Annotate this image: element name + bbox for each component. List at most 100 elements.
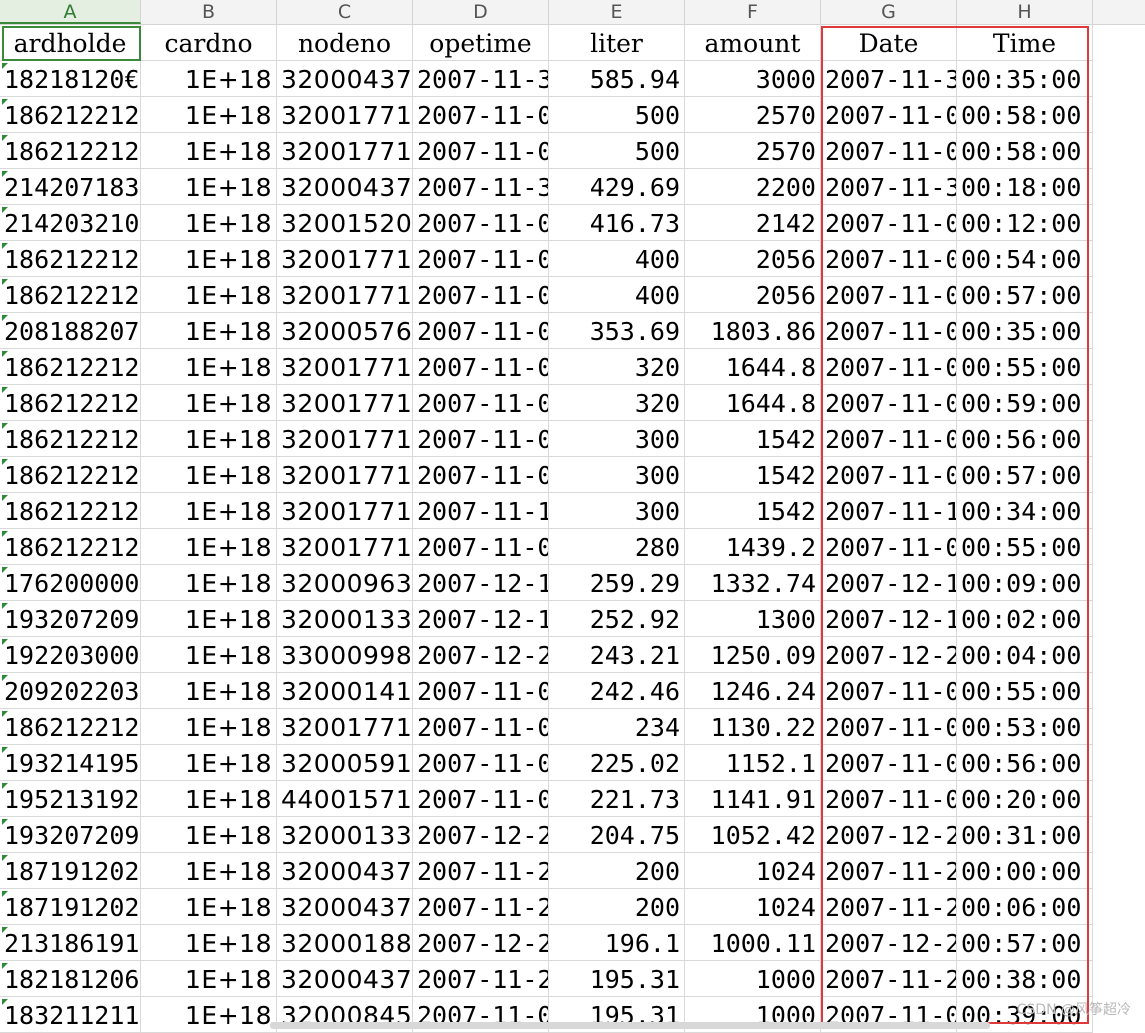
table-cell[interactable]: 1246.24: [685, 673, 821, 709]
table-cell[interactable]: 2007-12-1: [821, 565, 957, 601]
table-cell[interactable]: 186212212: [0, 421, 141, 457]
table-cell[interactable]: 234: [549, 709, 685, 745]
table-cell[interactable]: 208188207: [0, 313, 141, 349]
table-cell[interactable]: 186212212: [0, 385, 141, 421]
table-cell[interactable]: 00:04:00: [957, 637, 1093, 673]
table-cell[interactable]: 2007-11-0: [413, 421, 549, 457]
table-cell[interactable]: 2007-11-0: [821, 781, 957, 817]
header-cell-d[interactable]: opetime: [413, 25, 549, 61]
table-cell[interactable]: 2007-11-2: [821, 889, 957, 925]
table-cell[interactable]: 1130.22: [685, 709, 821, 745]
table-cell[interactable]: 182181206: [0, 961, 141, 997]
table-cell[interactable]: 00:20:00: [957, 781, 1093, 817]
table-cell[interactable]: 2007-11-2: [821, 853, 957, 889]
table-cell[interactable]: 1024: [685, 889, 821, 925]
table-cell[interactable]: 209202203: [0, 673, 141, 709]
header-cell-f[interactable]: amount: [685, 25, 821, 61]
table-cell[interactable]: 187191202: [0, 889, 141, 925]
table-cell[interactable]: 1644.8: [685, 385, 821, 421]
table-cell[interactable]: 2007-11-0: [821, 241, 957, 277]
table-cell[interactable]: 00:31:00: [957, 817, 1093, 853]
table-cell[interactable]: 204.75: [549, 817, 685, 853]
header-cell-e[interactable]: liter: [549, 25, 685, 61]
table-cell[interactable]: 429.69: [549, 169, 685, 205]
table-cell[interactable]: 2007-11-0: [821, 277, 957, 313]
table-cell[interactable]: 1542: [685, 457, 821, 493]
table-cell[interactable]: 00:35:00: [957, 313, 1093, 349]
table-cell[interactable]: 2200: [685, 169, 821, 205]
table-cell[interactable]: 1E+18: [141, 781, 277, 817]
table-cell[interactable]: 242.46: [549, 673, 685, 709]
column-header-g[interactable]: G: [821, 0, 957, 24]
table-cell[interactable]: 00:06:00: [957, 889, 1093, 925]
table-cell[interactable]: 1E+18: [141, 925, 277, 961]
table-cell[interactable]: 500: [549, 97, 685, 133]
table-cell[interactable]: 1E+18: [141, 817, 277, 853]
table-cell[interactable]: 00:18:00: [957, 169, 1093, 205]
table-cell[interactable]: 32000437: [277, 61, 413, 97]
table-cell[interactable]: 2007-11-0: [413, 97, 549, 133]
table-cell[interactable]: 00:55:00: [957, 349, 1093, 385]
table-cell[interactable]: 00:02:00: [957, 601, 1093, 637]
table-cell[interactable]: 2007-11-0: [821, 709, 957, 745]
table-cell[interactable]: 00:56:00: [957, 421, 1093, 457]
table-cell[interactable]: 1542: [685, 421, 821, 457]
table-cell[interactable]: 1E+18: [141, 493, 277, 529]
table-cell[interactable]: 2007-12-2: [821, 817, 957, 853]
table-cell[interactable]: 186212212: [0, 529, 141, 565]
table-cell[interactable]: 00:09:00: [957, 565, 1093, 601]
table-cell[interactable]: 193207209: [0, 601, 141, 637]
table-cell[interactable]: 32000437: [277, 889, 413, 925]
table-cell[interactable]: 200: [549, 853, 685, 889]
table-cell[interactable]: 18218120€: [0, 61, 141, 97]
table-cell[interactable]: 2007-11-0: [413, 781, 549, 817]
table-cell[interactable]: 2007-11-0: [821, 97, 957, 133]
table-cell[interactable]: 225.02: [549, 745, 685, 781]
table-cell[interactable]: 2007-11-0: [821, 133, 957, 169]
table-cell[interactable]: 280: [549, 529, 685, 565]
table-cell[interactable]: 186212212: [0, 241, 141, 277]
table-cell[interactable]: 2007-12-1: [821, 601, 957, 637]
table-cell[interactable]: 1141.91: [685, 781, 821, 817]
table-cell[interactable]: 32001771: [277, 709, 413, 745]
table-cell[interactable]: 32000141: [277, 673, 413, 709]
table-cell[interactable]: 1E+18: [141, 313, 277, 349]
column-header-h[interactable]: H: [957, 0, 1093, 24]
table-cell[interactable]: 1E+18: [141, 205, 277, 241]
table-cell[interactable]: 2007-11-0: [821, 349, 957, 385]
table-cell[interactable]: 1E+18: [141, 385, 277, 421]
table-cell[interactable]: 400: [549, 241, 685, 277]
table-cell[interactable]: 2007-12-2: [821, 925, 957, 961]
table-cell[interactable]: 2007-11-0: [413, 529, 549, 565]
table-cell[interactable]: 32000576: [277, 313, 413, 349]
table-cell[interactable]: 193214195: [0, 745, 141, 781]
table-cell[interactable]: 1300: [685, 601, 821, 637]
table-cell[interactable]: 1E+18: [141, 997, 277, 1033]
table-cell[interactable]: 186212212: [0, 493, 141, 529]
table-cell[interactable]: 1439.2: [685, 529, 821, 565]
table-cell[interactable]: 2007-11-0: [413, 277, 549, 313]
table-cell[interactable]: 00:34:00: [957, 493, 1093, 529]
table-cell[interactable]: 2007-11-0: [413, 205, 549, 241]
column-header-a[interactable]: A: [0, 0, 141, 24]
table-cell[interactable]: 1E+18: [141, 745, 277, 781]
table-cell[interactable]: 187191202: [0, 853, 141, 889]
table-cell[interactable]: 2007-11-0: [413, 241, 549, 277]
table-cell[interactable]: 214203210: [0, 205, 141, 241]
table-cell[interactable]: 00:58:00: [957, 97, 1093, 133]
table-cell[interactable]: 2007-12-2: [821, 637, 957, 673]
table-cell[interactable]: 192203000: [0, 637, 141, 673]
table-cell[interactable]: 221.73: [549, 781, 685, 817]
column-header-b[interactable]: B: [141, 0, 277, 24]
table-cell[interactable]: 00:58:00: [957, 133, 1093, 169]
table-cell[interactable]: 2056: [685, 277, 821, 313]
table-cell[interactable]: 00:56:00: [957, 745, 1093, 781]
table-cell[interactable]: 00:54:00: [957, 241, 1093, 277]
table-cell[interactable]: 32001771: [277, 529, 413, 565]
table-cell[interactable]: 32001771: [277, 277, 413, 313]
table-cell[interactable]: 32000437: [277, 853, 413, 889]
table-cell[interactable]: 32001771: [277, 97, 413, 133]
table-cell[interactable]: 2007-11-0: [821, 529, 957, 565]
table-cell[interactable]: 2007-12-1: [413, 601, 549, 637]
table-cell[interactable]: 1E+18: [141, 169, 277, 205]
